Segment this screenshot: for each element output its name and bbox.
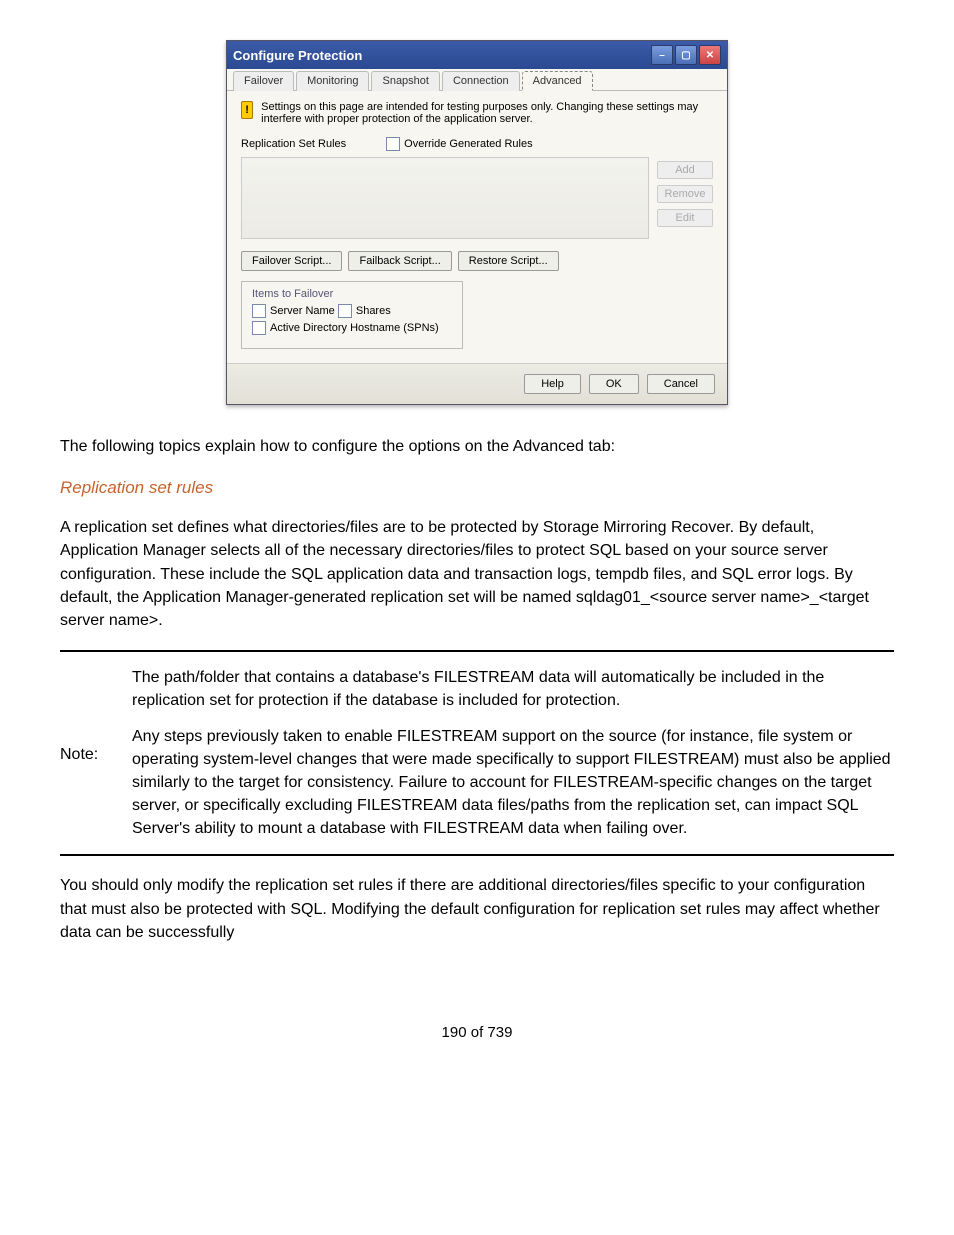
window-title: Configure Protection: [233, 48, 362, 63]
item-label: Active Directory Hostname (SPNs): [270, 322, 439, 334]
rules-list: [241, 157, 649, 239]
ok-button[interactable]: OK: [589, 374, 639, 394]
tab-connection[interactable]: Connection: [442, 71, 520, 91]
section-heading: Replication set rules: [60, 478, 894, 498]
note-paragraph-1: The path/folder that contains a database…: [132, 666, 894, 712]
note-content: The path/folder that contains a database…: [132, 666, 894, 840]
warning-icon: !: [241, 101, 253, 119]
checkbox-icon: [338, 304, 352, 318]
titlebar: Configure Protection – ▢ ✕: [227, 41, 727, 69]
rules-buttons-col: Add Remove Edit: [657, 157, 713, 239]
failback-script-button[interactable]: Failback Script...: [348, 251, 451, 271]
items-legend: Items to Failover: [252, 288, 452, 300]
paragraph-1: A replication set defines what directori…: [60, 516, 894, 632]
rules-area: Add Remove Edit: [241, 157, 713, 239]
window-controls: – ▢ ✕: [651, 45, 721, 65]
override-rules-label: Override Generated Rules: [404, 138, 532, 150]
tab-body: ! Settings on this page are intended for…: [227, 90, 727, 363]
item-label: Shares: [356, 305, 391, 317]
rules-header: Replication Set Rules Override Generated…: [241, 137, 713, 151]
tab-strip: Failover Monitoring Snapshot Connection …: [227, 69, 727, 91]
intro-paragraph: The following topics explain how to conf…: [60, 435, 894, 458]
remove-button: Remove: [657, 185, 713, 203]
warning-row: ! Settings on this page are intended for…: [241, 101, 713, 125]
checkbox-icon: [386, 137, 400, 151]
cancel-button[interactable]: Cancel: [647, 374, 715, 394]
checkbox-icon: [252, 321, 266, 335]
page-number: 190 of 739: [60, 1024, 894, 1041]
note-block: Note: The path/folder that contains a da…: [60, 650, 894, 856]
items-to-failover-group: Items to Failover Server Name Shares Act…: [241, 281, 463, 349]
minimize-button[interactable]: –: [651, 45, 673, 65]
failover-script-button[interactable]: Failover Script...: [241, 251, 342, 271]
item-ad-hostname[interactable]: Active Directory Hostname (SPNs): [252, 321, 439, 335]
tab-advanced[interactable]: Advanced: [522, 71, 593, 91]
item-server-name[interactable]: Server Name: [252, 304, 335, 318]
add-button: Add: [657, 161, 713, 179]
help-button[interactable]: Help: [524, 374, 581, 394]
warning-text: Settings on this page are intended for t…: [261, 101, 713, 125]
tab-monitoring[interactable]: Monitoring: [296, 71, 369, 91]
configure-protection-window: Configure Protection – ▢ ✕ Failover Moni…: [226, 40, 728, 405]
item-label: Server Name: [270, 305, 335, 317]
restore-script-button[interactable]: Restore Script...: [458, 251, 559, 271]
note-paragraph-2: Any steps previously taken to enable FIL…: [132, 725, 894, 841]
edit-button: Edit: [657, 209, 713, 227]
tab-snapshot[interactable]: Snapshot: [371, 71, 439, 91]
item-shares[interactable]: Shares: [338, 304, 391, 318]
replication-rules-label: Replication Set Rules: [241, 138, 346, 150]
checkbox-icon: [252, 304, 266, 318]
dialog-footer: Help OK Cancel: [227, 363, 727, 404]
note-label: Note:: [60, 666, 120, 840]
maximize-button[interactable]: ▢: [675, 45, 697, 65]
tab-failover[interactable]: Failover: [233, 71, 294, 91]
override-rules-checkbox[interactable]: Override Generated Rules: [386, 137, 532, 151]
paragraph-2: You should only modify the replication s…: [60, 874, 894, 944]
script-buttons-row: Failover Script... Failback Script... Re…: [241, 251, 713, 271]
close-button[interactable]: ✕: [699, 45, 721, 65]
